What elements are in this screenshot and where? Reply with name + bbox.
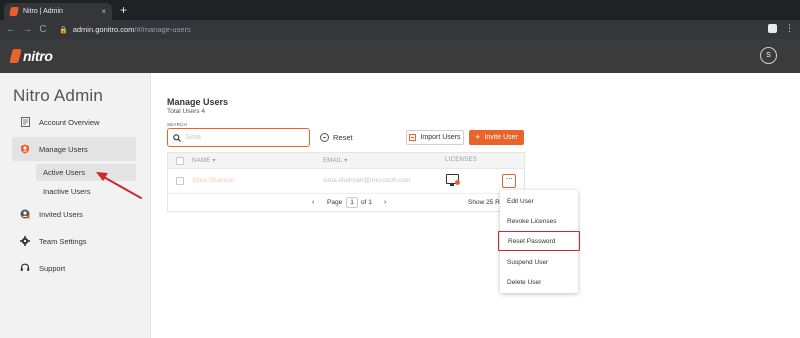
app-header: nitro S: [0, 39, 800, 73]
sidebar-item-invited-users[interactable]: Invited Users: [12, 202, 136, 226]
sidebar-item-support[interactable]: Support: [12, 256, 136, 280]
search-icon: [173, 129, 181, 147]
sidebar-item-label: Support: [39, 263, 66, 273]
lock-icon: 🔒: [59, 26, 68, 34]
import-icon: [409, 134, 417, 141]
import-users-button[interactable]: Import Users: [406, 130, 464, 145]
browser-tab[interactable]: Nitro | Admin ×: [4, 3, 112, 20]
table-row[interactable]: Sima Shahriari sima.shahriari@microsoft.…: [168, 169, 524, 194]
previous-page-button[interactable]: ‹: [312, 199, 314, 206]
brand-name: nitro: [23, 48, 53, 64]
page-count: of 1: [361, 199, 372, 206]
tab-close-icon[interactable]: ×: [101, 7, 106, 16]
nitro-logo-icon: [9, 49, 22, 63]
reset-icon: [320, 133, 329, 142]
invited-user-icon: [20, 209, 30, 219]
sidebar-item-label: Invited Users: [39, 209, 83, 219]
reload-button[interactable]: C: [35, 24, 51, 35]
sidebar: Nitro Admin Account Overview Manage User…: [0, 73, 151, 338]
desktop-license-icon: [446, 174, 460, 186]
sidebar-item-account-overview[interactable]: Account Overview: [12, 110, 136, 134]
invite-user-label: Invite User: [484, 134, 518, 141]
nitro-logo[interactable]: nitro: [9, 48, 53, 64]
back-button[interactable]: ←: [3, 24, 19, 35]
sidebar-item-label: Account Overview: [39, 117, 100, 127]
menu-item-delete-user[interactable]: Delete User: [500, 272, 578, 292]
url-host: admin.gonitro.com: [72, 25, 135, 34]
reset-label: Reset: [333, 133, 353, 142]
document-icon: [20, 117, 30, 127]
user-avatar-button[interactable]: S: [760, 47, 777, 64]
column-header-licenses: LICENSES: [445, 157, 478, 163]
profile-icon[interactable]: [768, 24, 777, 33]
select-all-checkbox[interactable]: [176, 157, 184, 165]
total-users-count: Total Users 4: [167, 108, 205, 115]
sidebar-title: Nitro Admin: [13, 86, 104, 105]
browser-tab-bar: Nitro | Admin × +: [0, 0, 800, 20]
nitro-favicon-icon: [9, 7, 19, 16]
toolbar-actions: ⋮: [768, 24, 794, 33]
tab-title: Nitro | Admin: [23, 8, 63, 15]
menu-item-suspend-user[interactable]: Suspend User: [500, 252, 578, 272]
pagination: ‹ Page 1 of 1 › Show 25 Ro: [168, 195, 524, 212]
page-number-input[interactable]: 1: [346, 197, 358, 208]
invite-user-button[interactable]: + Invite User: [469, 130, 524, 145]
search-input[interactable]: [185, 134, 305, 141]
import-users-label: Import Users: [420, 134, 461, 141]
url-path: /#/manage-users: [134, 25, 191, 34]
sidebar-item-team-settings[interactable]: Team Settings: [12, 229, 136, 253]
menu-item-revoke-licenses[interactable]: Revoke Licenses: [500, 211, 578, 231]
search-field[interactable]: [167, 128, 310, 147]
reset-button[interactable]: Reset: [320, 133, 353, 142]
menu-item-reset-password[interactable]: Reset Password: [498, 231, 580, 251]
gear-icon: [20, 236, 30, 246]
menu-item-edit-user[interactable]: Edit User: [500, 191, 578, 211]
sidebar-subitem-inactive-users[interactable]: Inactive Users: [36, 183, 136, 200]
users-shield-icon: [20, 144, 30, 154]
user-name-cell: Sima Shahriari: [192, 177, 235, 184]
page-label: Page: [327, 199, 343, 206]
plus-icon: +: [475, 132, 481, 142]
table-header: NAME ▾ EMAIL ▾ LICENSES: [168, 153, 524, 169]
browser-toolbar: ← → C 🔒 admin.gonitro.com/#/manage-users…: [0, 20, 800, 39]
next-page-button[interactable]: ›: [384, 199, 386, 206]
sidebar-subitem-active-users[interactable]: Active Users: [36, 164, 136, 181]
browser-menu-icon[interactable]: ⋮: [785, 24, 794, 33]
new-tab-button[interactable]: +: [120, 3, 127, 17]
sidebar-item-label: Manage Users: [39, 144, 88, 154]
row-actions-menu-button[interactable]: ···: [502, 174, 516, 188]
page-size-select[interactable]: Show 25 Ro: [468, 199, 503, 206]
column-header-name[interactable]: NAME ▾: [192, 157, 216, 164]
row-actions-dropdown: Edit User Revoke Licenses Reset Password…: [498, 190, 580, 293]
headset-icon: [20, 263, 30, 273]
sidebar-item-label: Team Settings: [39, 236, 87, 246]
user-email-cell: sima.shahriari@microsoft.com: [323, 177, 411, 184]
search-label: SEARCH: [167, 122, 187, 127]
sidebar-item-manage-users[interactable]: Manage Users: [12, 137, 136, 161]
page-title: Manage Users: [167, 97, 229, 107]
row-checkbox[interactable]: [176, 177, 184, 185]
forward-button[interactable]: →: [19, 24, 35, 35]
column-header-email[interactable]: EMAIL ▾: [323, 157, 348, 164]
address-bar[interactable]: admin.gonitro.com/#/manage-users: [73, 25, 191, 34]
users-table: NAME ▾ EMAIL ▾ LICENSES Sima Shahriari s…: [167, 152, 525, 212]
